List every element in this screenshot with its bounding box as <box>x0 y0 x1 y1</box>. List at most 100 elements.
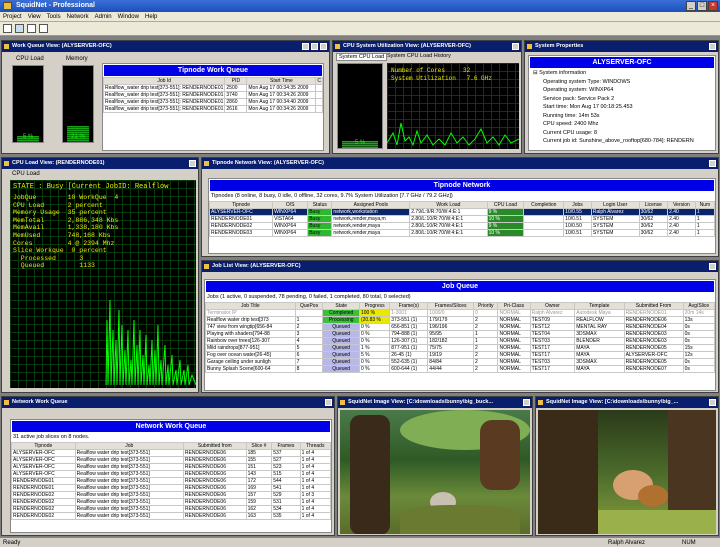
tipnode-row-cell: 10/0.55 <box>563 208 592 216</box>
network-queue-row[interactable]: ALYSERVER-OFC Realflow water drip test[37… <box>11 463 332 471</box>
network-queue-row[interactable]: ALYSERVER-OFC Realflow water drip test[37… <box>11 456 332 464</box>
column-header[interactable]: Priority <box>472 302 499 310</box>
menu-admin[interactable]: Admin <box>92 12 115 21</box>
panel-title[interactable]: Work Queue View: (ALYSERVER-OFC) <box>2 41 329 52</box>
column-header[interactable]: Submitted From <box>623 302 684 310</box>
job-row-cell: RENDERNODE01 <box>623 309 684 317</box>
work-queue-row[interactable]: Realflow_water drip test[373-551]: RENDE… <box>102 91 323 99</box>
tree-root[interactable]: ⊟ System information <box>533 69 715 78</box>
property-item[interactable]: Running time: 14m 53s <box>543 112 715 121</box>
column-header[interactable]: Slice # <box>245 442 273 450</box>
tipnode-row[interactable]: RENDERNODE02 WINXP64 Busy network,render,ma… <box>208 222 716 230</box>
network-queue-row[interactable]: RENDERNODE02 Realflow water drip test[373… <box>11 512 332 520</box>
column-header[interactable]: Job Title <box>205 302 296 310</box>
panel-title[interactable]: CPU System Utilization View: (ALYSERVER-… <box>333 41 521 52</box>
tipnode-row[interactable]: ALYSERVER-OFC WINXP64 Busy network,workstat… <box>208 208 716 216</box>
job-row[interactable]: Mild raindrops[877-951] 5 Queued 1 % 877-951… <box>205 344 716 352</box>
job-row[interactable]: Playing with shaders[794-88 3 Queued 0 % 794… <box>205 330 716 338</box>
panel-title[interactable]: Tipnode Network View: (ALYSERVER-OFC) <box>202 158 718 169</box>
network-queue-row[interactable]: RENDERNODE02 Realflow water drip test[373… <box>11 491 332 499</box>
job-row-cell: NORMAL <box>497 330 531 338</box>
tile-icon[interactable] <box>39 24 48 33</box>
property-item[interactable]: Current job id: Sunshine_above_rooftop[6… <box>543 137 715 146</box>
job-row[interactable]: 747 view from wingtip[656-84 2 Queued 0 % 65… <box>205 323 716 331</box>
column-header[interactable]: Template <box>574 302 625 310</box>
panel-title[interactable]: Network Work Queue <box>2 397 334 408</box>
work-queue-row[interactable]: Realflow_water drip test[373-551]: RENDE… <box>102 84 323 92</box>
panel-title[interactable]: System Properties <box>525 41 718 52</box>
network-queue-row[interactable]: RENDERNODE01 Realflow water drip test[373… <box>11 484 332 492</box>
column-header[interactable]: Avg/Slice <box>682 302 716 310</box>
column-header[interactable]: Submitted from <box>182 442 247 450</box>
column-header[interactable]: License <box>638 201 669 209</box>
tipnode-row[interactable]: RENDERNODE03 WINXP64 Busy network,render,ma… <box>208 229 716 237</box>
layout-icon[interactable] <box>27 24 36 33</box>
menu-project[interactable]: Project <box>0 12 25 21</box>
maximize-button[interactable]: □ <box>697 1 707 11</box>
network-queue-row[interactable]: ALYSERVER-OFC Realflow water drip test[37… <box>11 470 332 478</box>
column-header[interactable]: CPU Load <box>486 201 525 209</box>
close-button[interactable]: × <box>708 1 718 11</box>
column-header[interactable]: Status <box>307 201 333 209</box>
panel-title[interactable]: SquidNet Image View: [C:\downloads\bunny… <box>536 397 718 408</box>
job-row-cell: 1-3001 <box>389 309 429 317</box>
column-header[interactable]: Num <box>694 201 716 209</box>
column-header[interactable]: State <box>322 302 360 310</box>
network-queue-row[interactable]: ALYSERVER-OFC Realflow water drip test[37… <box>11 449 332 457</box>
job-row[interactable]: Fog over ocean water[26-45] 6 Queued 5 % 26-… <box>205 351 716 359</box>
column-header[interactable]: Jobs <box>563 201 592 209</box>
tipnode-row-cell: 2.40 <box>667 215 696 223</box>
column-header[interactable]: Login User <box>590 201 640 209</box>
property-item[interactable]: Service pack: Service Pack 2 <box>543 95 715 104</box>
column-header[interactable]: Threads <box>299 442 332 450</box>
new-icon[interactable] <box>3 24 12 33</box>
property-item[interactable]: Current CPU usage: 8 <box>543 129 715 138</box>
column-header[interactable]: Frame(s) <box>389 302 429 310</box>
column-header[interactable]: Job <box>74 442 184 450</box>
tipnode-row[interactable]: RENDERNODE01 VISTA64 Busy network,render,ma… <box>208 215 716 223</box>
property-item[interactable]: CPU speed: 2400 Mhz <box>543 120 715 129</box>
work-queue-row[interactable]: Realflow_water drip test[373-551]: RENDE… <box>102 105 323 113</box>
column-header[interactable]: Frames <box>271 442 301 450</box>
menu-help[interactable]: Help <box>142 12 160 21</box>
menu-network[interactable]: Network <box>64 12 92 21</box>
column-header[interactable]: Owner <box>529 302 576 310</box>
column-header[interactable]: QuePos <box>294 302 324 310</box>
panel-title[interactable]: Job List View: (ALYSERVER-OFC) <box>202 261 718 272</box>
column-header[interactable]: Frames/Slices <box>427 302 474 310</box>
network-queue-row-cell: RENDERNODE02 <box>11 498 76 506</box>
column-header[interactable]: Tipnode <box>11 442 76 450</box>
job-row[interactable]: Terminator IP Completed 100 % 1-3001 1000/0 0… <box>205 309 716 317</box>
network-queue-row[interactable]: RENDERNODE02 Realflow water drip test[373… <box>11 498 332 506</box>
job-row[interactable]: Bunny Splash Scene[600-64 8 Queued 0 % 600-6… <box>205 365 716 373</box>
network-queue-row[interactable]: RENDERNODE01 Realflow water drip test[373… <box>11 477 332 485</box>
tab-cpu-load-history[interactable]: System CPU Load History <box>385 53 453 59</box>
menu-window[interactable]: Window <box>115 12 142 21</box>
column-header[interactable]: Tipnode <box>208 201 274 209</box>
work-queue-row[interactable]: Realflow_water drip test[373-551]: RENDE… <box>102 98 323 106</box>
tab-system-cpu-load[interactable]: System CPU Load <box>336 53 388 61</box>
column-header[interactable]: O/S <box>272 201 309 209</box>
menu-tools[interactable]: Tools <box>44 12 64 21</box>
job-row[interactable]: Realflow water drip test[373 1 Processing(… <box>205 316 716 324</box>
menu-view[interactable]: View <box>25 12 44 21</box>
job-row-cell: Queued <box>322 351 360 359</box>
column-header[interactable]: Work Load <box>409 201 488 209</box>
tipnode-work-queue-table: Job Id PID Start Time C Realflow_water drip… <box>102 77 323 113</box>
property-item[interactable]: Operating system Type: WINDOWS <box>543 78 715 87</box>
column-header[interactable]: Progress <box>358 302 391 310</box>
job-row[interactable]: Rainbow over trees[126-307 4 Queued 0 % 126-… <box>205 337 716 345</box>
minimize-button[interactable]: _ <box>686 1 696 11</box>
property-item[interactable]: Operating system: WINXP64 <box>543 86 715 95</box>
column-header[interactable]: Version <box>667 201 696 209</box>
save-icon[interactable] <box>15 24 24 33</box>
network-queue-row[interactable]: RENDERNODE02 Realflow water drip test[373… <box>11 505 332 513</box>
column-header[interactable]: Completion <box>523 201 565 209</box>
panel-title[interactable]: SquidNet Image View: [C:\downloads\bunny… <box>338 397 532 408</box>
column-header[interactable]: Pri-Class <box>497 302 531 310</box>
render-image-1 <box>340 410 530 534</box>
property-item[interactable]: Start time: Mon Aug 17 00:18:25.453 <box>543 103 715 112</box>
job-row[interactable]: Garage ceiling under sunligh 7 Queued 0 % 55… <box>205 358 716 366</box>
column-header[interactable]: Assigned Pools <box>331 201 411 209</box>
panel-title[interactable]: CPU Load View: (RENDERNODE01) <box>2 158 198 169</box>
